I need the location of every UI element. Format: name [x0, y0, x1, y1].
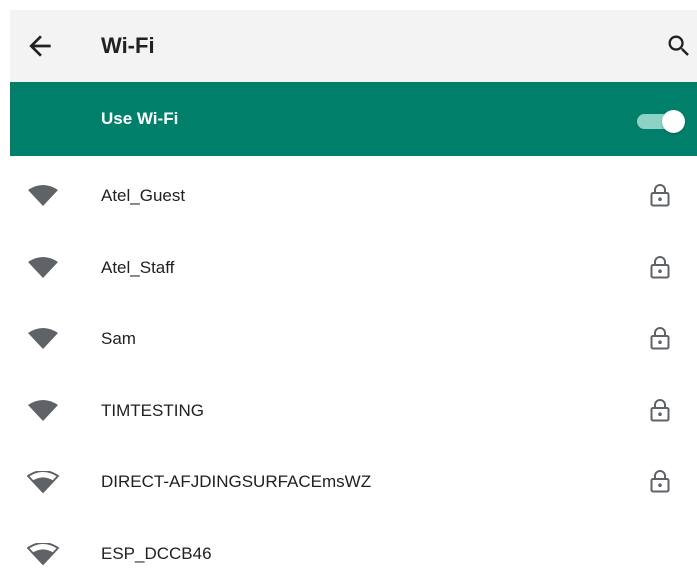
wifi-signal-full-icon — [28, 399, 58, 421]
wifi-toggle[interactable] — [637, 110, 687, 133]
wifi-signal-medium-icon — [27, 542, 59, 565]
network-row[interactable]: Atel_Guest — [10, 160, 697, 232]
use-wifi-switch-row[interactable]: Use Wi-Fi — [10, 82, 697, 156]
search-icon[interactable] — [665, 32, 693, 60]
wifi-signal-full-icon — [28, 256, 58, 278]
network-list: Atel_Guest Atel_Staff Sam TIMTESTING DIR… — [10, 160, 697, 571]
network-ssid: Atel_Staff — [101, 257, 175, 277]
use-wifi-label: Use Wi-Fi — [101, 109, 179, 128]
wifi-signal-medium-icon — [27, 471, 59, 493]
app-bar: Wi-Fi — [10, 10, 697, 82]
network-ssid: Atel_Guest — [101, 186, 186, 205]
lock-icon — [650, 184, 670, 207]
lock-icon — [650, 327, 670, 350]
network-row[interactable]: Atel_Staff — [10, 232, 697, 304]
network-row[interactable]: DIRECT-AFJDINGSURFACEmsWZ — [10, 446, 697, 518]
network-row[interactable]: Sam — [10, 303, 697, 375]
wifi-settings-screen: Wi-Fi Use Wi-Fi Atel_Guest Atel_Staff Sa… — [0, 0, 697, 571]
network-ssid: Sam — [101, 329, 136, 348]
network-ssid: ESP_DCCB46 — [101, 543, 212, 563]
network-row[interactable]: TIMTESTING — [10, 375, 697, 447]
network-ssid: TIMTESTING — [101, 400, 204, 420]
lock-icon — [650, 398, 670, 421]
toggle-thumb — [662, 110, 685, 133]
lock-icon — [650, 255, 670, 278]
network-ssid: DIRECT-AFJDINGSURFACEmsWZ — [101, 472, 372, 491]
arrow-back-icon[interactable] — [24, 30, 56, 62]
top-clipped-strip — [0, 0, 697, 10]
wifi-signal-full-icon — [28, 328, 58, 349]
wifi-signal-full-icon — [28, 185, 58, 206]
lock-icon — [650, 470, 670, 493]
page-title: Wi-Fi — [101, 33, 155, 58]
network-row[interactable]: ESP_DCCB46 — [10, 518, 697, 571]
